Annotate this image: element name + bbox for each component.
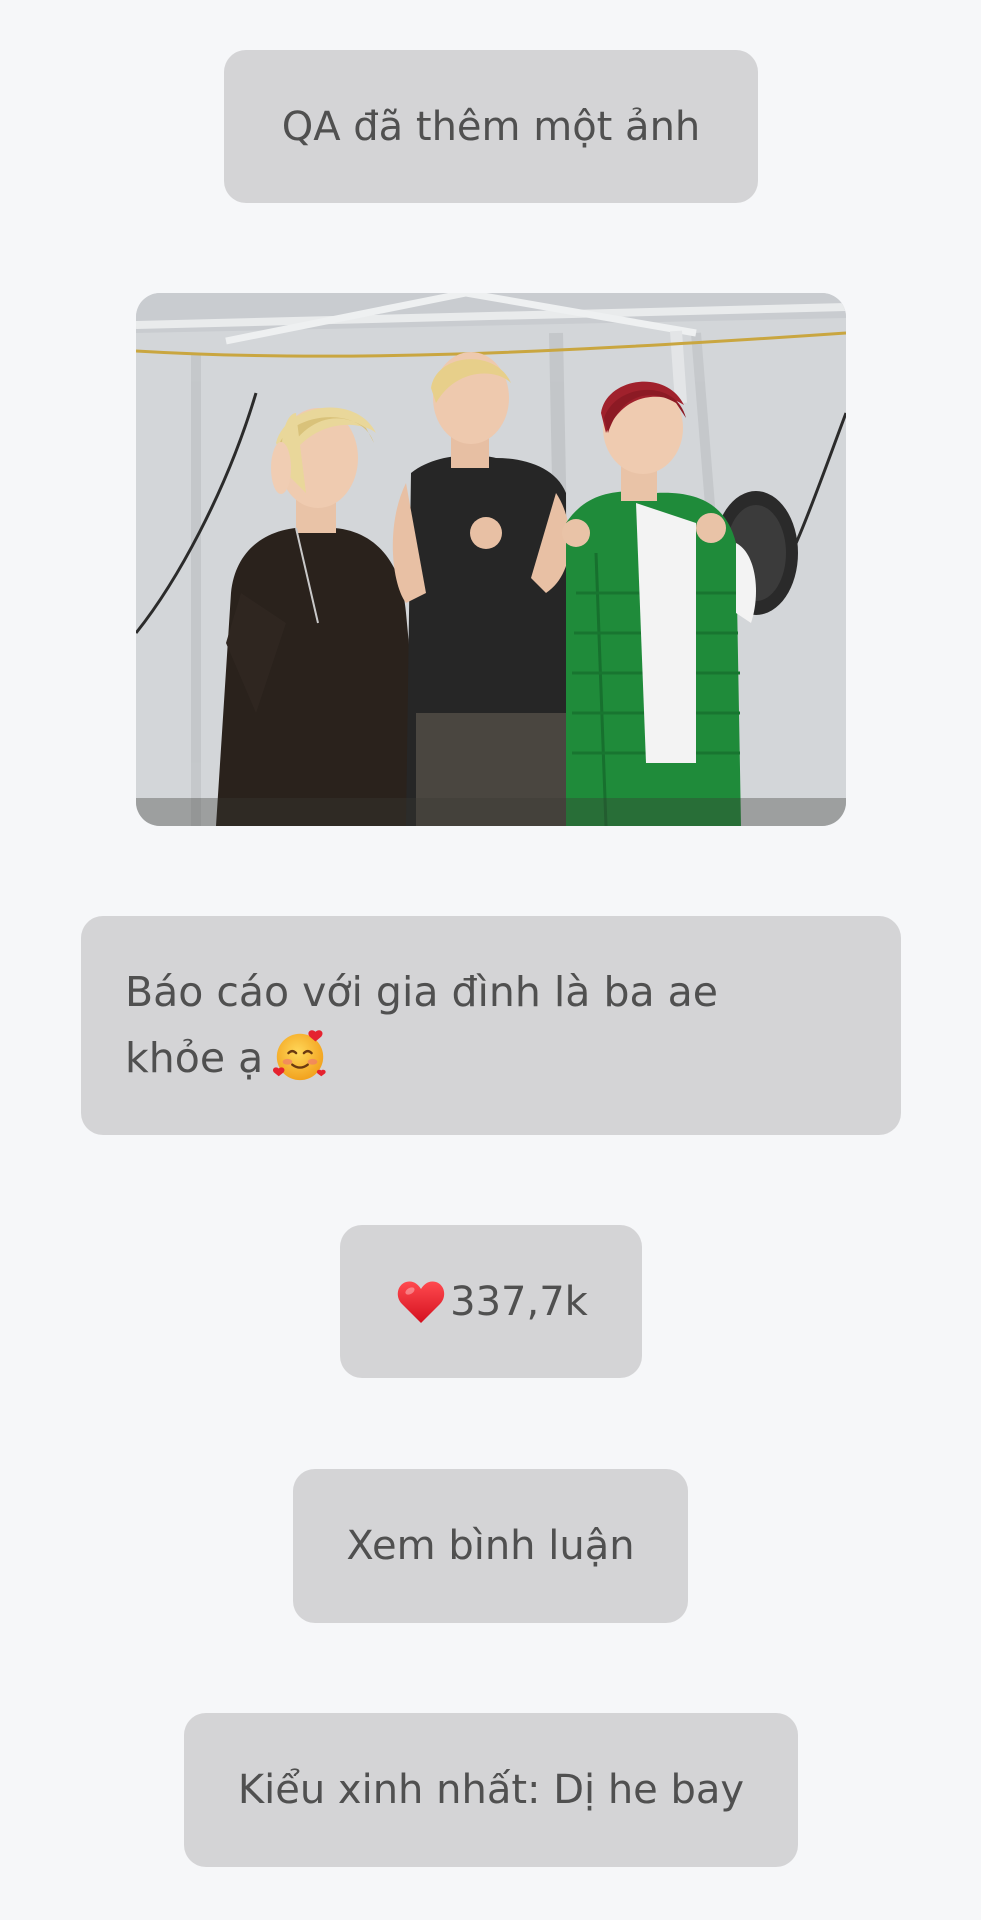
caption-line-2-wrap: khỏe ạ [125,1026,718,1092]
likes-count: 337,7k [450,1278,588,1325]
caption-bubble: Báo cáo với gia đình là ba ae khỏe ạ [81,916,901,1135]
view-comments-button[interactable]: Xem bình luận [293,1469,688,1623]
view-comments-label: Xem bình luận [346,1523,635,1569]
group-photo-illustration [136,293,846,826]
status-bubble: QA đã thêm một ảnh [224,50,758,203]
caption-text: Báo cáo với gia đình là ba ae khỏe ạ [125,960,718,1091]
post-photo[interactable] [136,293,846,826]
caption-line-2: khỏe ạ [125,1033,264,1082]
likes-bubble[interactable]: 337,7k [340,1225,642,1378]
caption-line-1: Báo cáo với gia đình là ba ae [125,967,718,1016]
heart-icon [397,1280,445,1323]
status-text: QA đã thêm một ảnh [281,103,701,150]
top-comment-bubble: Kiểu xinh nhất: Dị he bay [184,1713,798,1867]
top-comment-text: Kiểu xinh nhất: Dị he bay [237,1767,745,1813]
smiling-face-with-hearts-icon [273,1029,326,1080]
post-feed-page: QA đã thêm một ảnh Báo cáo với gia đình … [0,0,981,1920]
